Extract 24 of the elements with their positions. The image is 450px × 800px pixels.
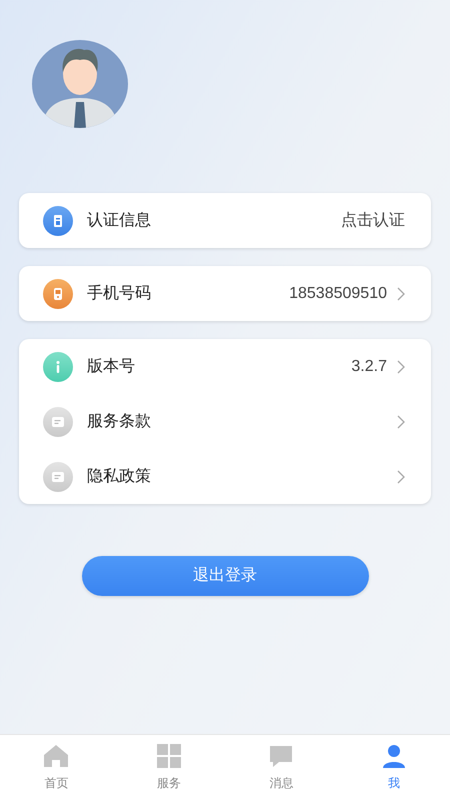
- grid-icon: [154, 743, 183, 769]
- row-value: 点击认证: [341, 210, 405, 230]
- row-label: 隐私政策: [87, 466, 151, 486]
- settings-row[interactable]: 手机号码 18538509510: [19, 266, 431, 321]
- settings-row[interactable]: 版本号 3.2.7: [19, 339, 431, 394]
- row-value: 18538509510: [289, 284, 387, 304]
- settings-row[interactable]: 服务条款: [19, 394, 431, 449]
- row-label: 服务条款: [87, 412, 151, 432]
- document-icon: [43, 462, 73, 492]
- home-icon: [42, 743, 70, 769]
- phone-icon: [43, 278, 73, 308]
- tab[interactable]: 首页: [0, 735, 112, 800]
- info-icon: [43, 352, 73, 382]
- row-label: 版本号: [87, 356, 135, 376]
- tab[interactable]: 消息: [225, 735, 338, 800]
- row-value: 3.2.7: [351, 356, 387, 376]
- settings-row[interactable]: 隐私政策: [19, 449, 431, 504]
- tab[interactable]: 我: [338, 735, 450, 800]
- row-label: 认证信息: [87, 210, 151, 230]
- settings-row[interactable]: 认证信息 点击认证: [19, 193, 431, 248]
- id-card-icon: [43, 206, 73, 236]
- tab[interactable]: 服务: [112, 735, 225, 800]
- row-label: 手机号码: [87, 284, 151, 304]
- document-icon: [43, 406, 73, 436]
